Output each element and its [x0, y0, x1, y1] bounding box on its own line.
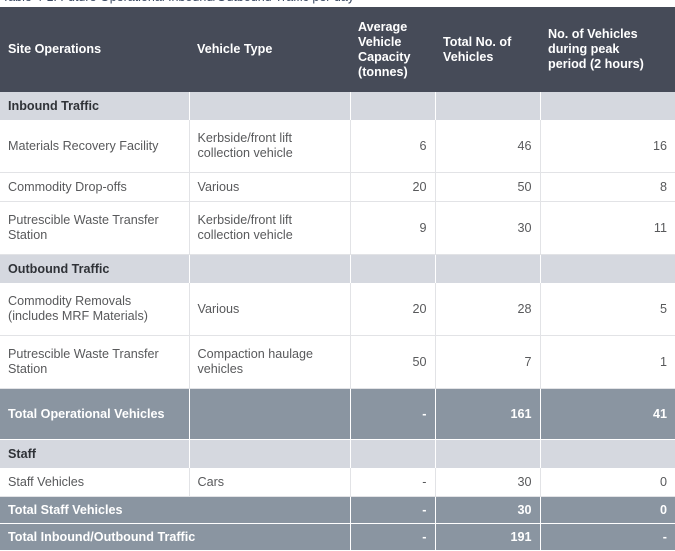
- cell-site-operations: Materials Recovery Facility: [0, 120, 190, 173]
- cell-total-vehicles: 28: [435, 283, 541, 336]
- table-row: Putrescible Waste Transfer Station Kerbsi…: [0, 201, 675, 255]
- total-row: Total Staff Vehicles -30 0: [0, 496, 675, 524]
- cell-total-vehicles: 30: [435, 201, 541, 255]
- section-filler-cell: [435, 254, 541, 283]
- column-header-total-no-of-vehicles: Total No. of Vehicles: [435, 7, 540, 92]
- cell-total-vehicles: 161: [435, 388, 541, 440]
- cell-site-operations: Commodity Removals (includes MRF Materia…: [0, 283, 190, 336]
- cell-vehicle-type: Various: [189, 172, 351, 202]
- cell-vehicle-type: Various: [189, 283, 351, 336]
- cell-average-capacity: 20: [350, 172, 436, 202]
- cell-average-capacity: 9: [350, 201, 436, 255]
- table-body: Inbound Traffic Materials Recovery Facili…: [0, 92, 675, 551]
- section-filler-cell: [350, 254, 436, 283]
- section-label: Inbound Traffic: [0, 92, 190, 120]
- cell-peak-vehicles: 41: [540, 388, 675, 440]
- cell-site-operations: Putrescible Waste Transfer Station: [0, 335, 190, 389]
- cell-peak-vehicles: 0: [540, 468, 675, 497]
- cell-total-vehicles: 7: [435, 335, 541, 389]
- table-caption-clipped: Table 4-1: Future Operational Inbound/Ou…: [0, 0, 675, 7]
- cell-peak-vehicles: 5: [540, 283, 675, 336]
- cell-site-operations: Total Staff Vehicles: [0, 496, 351, 524]
- cell-peak-vehicles: 8: [540, 172, 675, 202]
- section-filler-cell: [189, 92, 351, 120]
- section-filler-cell: [350, 92, 436, 120]
- section-header-row: Outbound Traffic: [0, 254, 675, 283]
- cell-vehicle-type: [189, 388, 351, 440]
- cell-total-vehicles: 46: [435, 120, 541, 173]
- cell-average-capacity: 6: [350, 120, 436, 173]
- table-row: Commodity Removals (includes MRF Materia…: [0, 283, 675, 336]
- cell-average-capacity: 20: [350, 283, 436, 336]
- cell-site-operations: Total Inbound/Outbound Traffic: [0, 523, 351, 551]
- table-row: Commodity Drop-offs Various 20 50 8: [0, 172, 675, 202]
- cell-average-capacity: -: [350, 523, 436, 551]
- cell-vehicle-type: Cars: [189, 468, 351, 497]
- section-header-row: Staff: [0, 439, 675, 468]
- cell-average-capacity: -: [350, 496, 436, 524]
- cell-site-operations: Total Operational Vehicles: [0, 388, 190, 440]
- cell-total-vehicles: 50: [435, 172, 541, 202]
- section-filler-cell: [540, 439, 675, 468]
- table-caption: Table 4-1: Future Operational Inbound/Ou…: [2, 0, 354, 4]
- operational-traffic-table: Site Operations Vehicle Type Average Vehi…: [0, 7, 675, 551]
- cell-vehicle-type: Kerbside/front lift collection vehicle: [189, 201, 351, 255]
- cell-peak-vehicles: 0: [540, 496, 675, 524]
- column-header-site-operations: Site Operations: [0, 7, 189, 92]
- cell-site-operations: Putrescible Waste Transfer Station: [0, 201, 190, 255]
- cell-peak-vehicles: 11: [540, 201, 675, 255]
- total-row: Total Operational Vehicles -161 41: [0, 388, 675, 440]
- section-header-row: Inbound Traffic: [0, 92, 675, 120]
- cell-site-operations: Staff Vehicles: [0, 468, 190, 497]
- cell-site-operations: Commodity Drop-offs: [0, 172, 190, 202]
- cell-peak-vehicles: 1: [540, 335, 675, 389]
- section-filler-cell: [540, 254, 675, 283]
- section-label: Outbound Traffic: [0, 254, 190, 283]
- cell-vehicle-type: Compaction haulage vehicles: [189, 335, 351, 389]
- section-filler-cell: [435, 92, 541, 120]
- table-header: Site Operations Vehicle Type Average Vehi…: [0, 7, 675, 92]
- section-filler-cell: [350, 439, 436, 468]
- cell-total-vehicles: 30: [435, 496, 541, 524]
- cell-peak-vehicles: -: [540, 523, 675, 551]
- section-filler-cell: [540, 92, 675, 120]
- column-header-average-vehicle-capacity: Average Vehicle Capacity (tonnes): [350, 7, 435, 92]
- section-filler-cell: [189, 254, 351, 283]
- table-row: Staff Vehicles Cars -30 0: [0, 468, 675, 497]
- cell-peak-vehicles: 16: [540, 120, 675, 173]
- total-row: Total Inbound/Outbound Traffic -191-: [0, 523, 675, 551]
- cell-total-vehicles: 30: [435, 468, 541, 497]
- cell-average-capacity: -: [350, 388, 436, 440]
- cell-total-vehicles: 191: [435, 523, 541, 551]
- cell-average-capacity: 50: [350, 335, 436, 389]
- cell-average-capacity: -: [350, 468, 436, 497]
- header-row: Site Operations Vehicle Type Average Vehi…: [0, 7, 675, 92]
- table-row: Materials Recovery Facility Kerbside/fron…: [0, 120, 675, 173]
- section-label: Staff: [0, 439, 190, 468]
- table-row: Putrescible Waste Transfer Station Compac…: [0, 335, 675, 389]
- section-filler-cell: [189, 439, 351, 468]
- column-header-vehicle-type: Vehicle Type: [189, 7, 350, 92]
- table-container: Site Operations Vehicle Type Average Vehi…: [0, 7, 675, 551]
- column-header-peak-period-vehicles: No. of Vehicles during peak period (2 hour…: [540, 7, 675, 92]
- section-filler-cell: [435, 439, 541, 468]
- cell-vehicle-type: Kerbside/front lift collection vehicle: [189, 120, 351, 173]
